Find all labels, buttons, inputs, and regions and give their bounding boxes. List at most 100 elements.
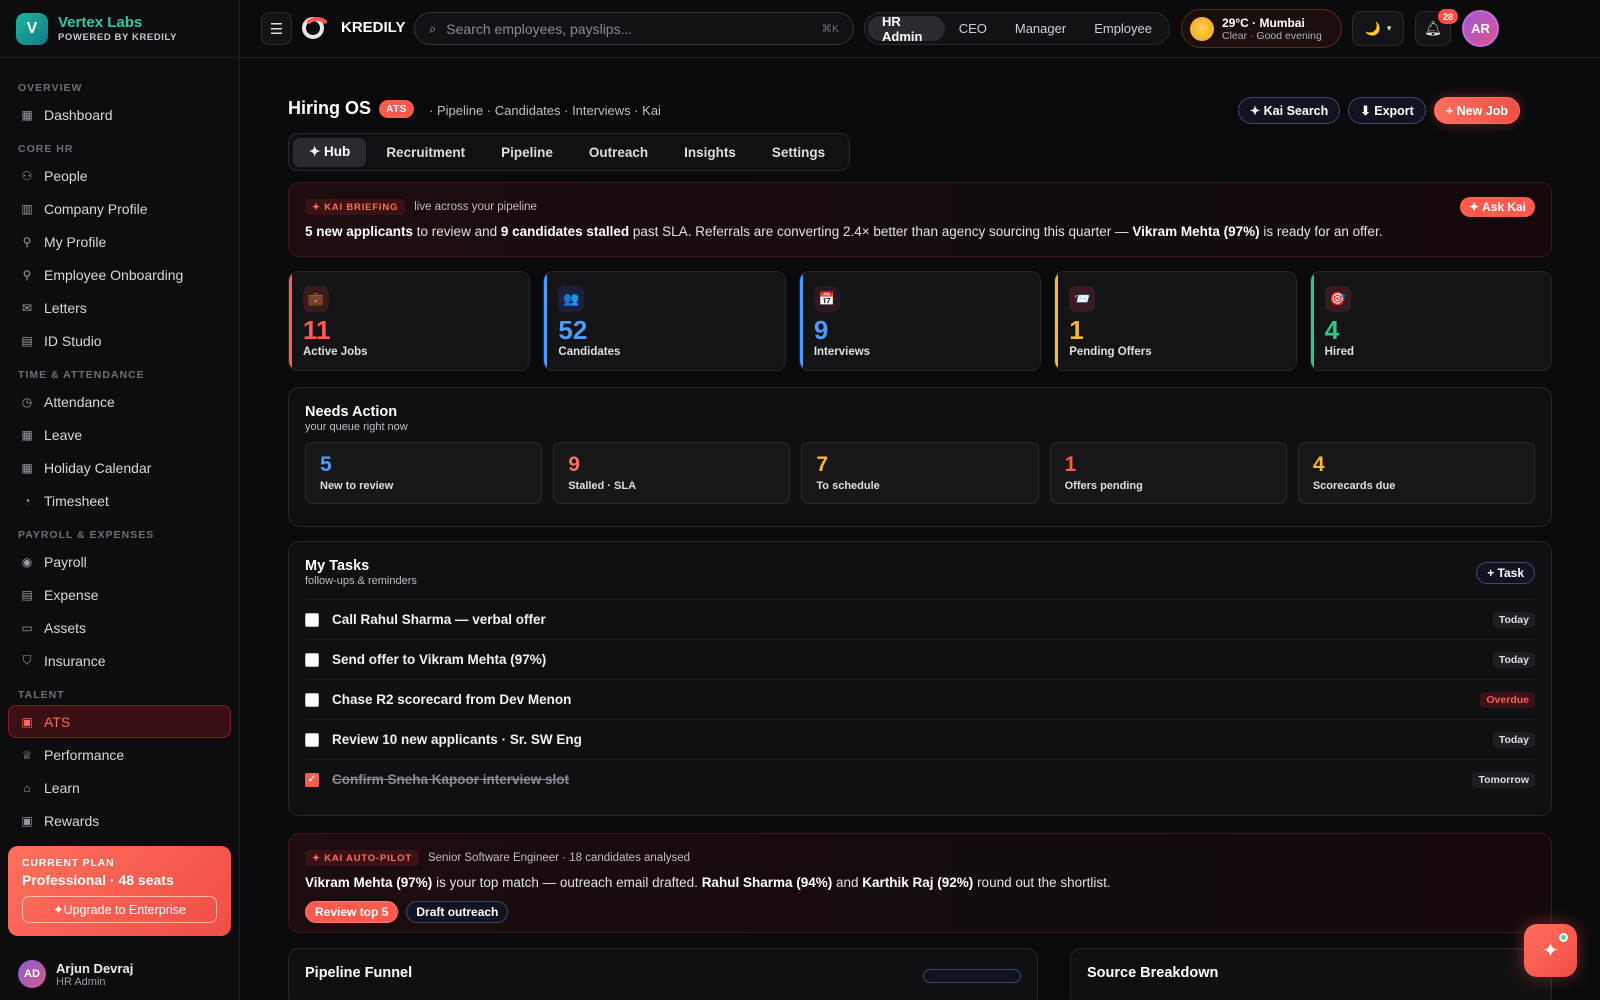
stat-card-hired[interactable]: 🎯 4 Hired bbox=[1309, 271, 1553, 371]
sidebar-item-assets[interactable]: ▭ Assets bbox=[8, 611, 231, 644]
needs-action-subtitle: your queue right now bbox=[305, 421, 408, 433]
brand-tagline: POWERED BY KREDILY bbox=[58, 32, 178, 43]
theme-toggle[interactable]: 🌙 ▾ bbox=[1352, 11, 1404, 46]
menu-button[interactable]: ☰ bbox=[261, 12, 292, 45]
stat-card-active-jobs[interactable]: 💼 11 Active Jobs bbox=[288, 271, 531, 371]
sidebar-item-label: Letters bbox=[44, 299, 87, 316]
sidebar-item-label: Performance bbox=[44, 746, 125, 763]
tab-pipeline[interactable]: Pipeline bbox=[485, 138, 569, 167]
id-card-icon: ▤ bbox=[21, 333, 33, 348]
chevron-down-icon: ▾ bbox=[1386, 23, 1392, 33]
main-content: Hiring OS ATS · Pipeline · Candidates · … bbox=[240, 58, 1600, 1000]
task-checkbox[interactable] bbox=[305, 732, 319, 747]
briefing-text: 5 new applicants to review and 9 candida… bbox=[305, 224, 1535, 239]
task-checkbox[interactable] bbox=[305, 612, 319, 627]
needs-action-item-to-schedule[interactable]: 7 To schedule bbox=[801, 442, 1039, 504]
building-icon: ▥ bbox=[21, 201, 33, 216]
task-row: ✓ Confirm Sneha Kapoor interview slot Tomo… bbox=[305, 759, 1535, 799]
tab-hub[interactable]: ✦ Hub bbox=[293, 137, 367, 167]
user-card[interactable]: AD Arjun Devraj HR Admin bbox=[0, 948, 239, 1000]
task-checkbox[interactable]: ✓ bbox=[305, 772, 319, 787]
task-row: Send offer to Vikram Mehta (97%) Today bbox=[305, 639, 1535, 679]
nav-section-title: TIME & ATTENDANCE bbox=[18, 369, 145, 381]
new-job-button[interactable]: + New Job bbox=[1433, 97, 1520, 124]
sidebar-item-label: Insurance bbox=[44, 652, 106, 669]
sidebar-item-holiday-calendar[interactable]: ▦ Holiday Calendar bbox=[8, 451, 231, 484]
needs-action-item-scorecards-due[interactable]: 4 Scorecards due bbox=[1297, 442, 1536, 504]
search-input[interactable]: ⌕ Search employees, payslips... ⌘K bbox=[414, 12, 854, 45]
export-button[interactable]: ⬇ Export bbox=[1348, 97, 1426, 124]
brand-block[interactable]: V Vertex Labs POWERED BY KREDILY bbox=[0, 0, 239, 58]
stat-card-pending-offers[interactable]: 📨 1 Pending Offers bbox=[1054, 271, 1297, 371]
sidebar-item-dashboard[interactable]: ▦ Dashboard bbox=[8, 98, 231, 131]
draft-outreach-button[interactable]: Draft outreach bbox=[406, 901, 509, 923]
role-manager[interactable]: Manager bbox=[1001, 16, 1080, 41]
stat-card-candidates[interactable]: 👥 52 Candidates bbox=[543, 271, 786, 371]
sidebar-item-leave[interactable]: ▦ Leave bbox=[8, 418, 231, 451]
ask-kai-button[interactable]: ✦ Ask Kai bbox=[1460, 197, 1535, 217]
review-top-five-button[interactable]: Review top 5 bbox=[305, 901, 399, 923]
briefing-stalled: 9 candidates stalled bbox=[500, 224, 630, 239]
sidebar-item-company-profile[interactable]: ▥ Company Profile bbox=[8, 192, 231, 225]
user-name: Arjun Devraj bbox=[56, 960, 134, 976]
weather-widget[interactable]: 🌙 29°C · Mumbai Clear · Good evening bbox=[1181, 9, 1342, 48]
tab-settings[interactable]: Settings bbox=[756, 138, 841, 167]
needs-action-item-stalled-sla[interactable]: 9 Stalled · SLA bbox=[553, 442, 791, 504]
tab-outreach[interactable]: Outreach bbox=[573, 138, 664, 167]
sidebar-item-id-studio[interactable]: ▤ ID Studio bbox=[8, 324, 231, 357]
funnel-filter-button[interactable] bbox=[923, 969, 1021, 983]
sidebar-item-learn[interactable]: ⌂ Learn bbox=[8, 771, 231, 804]
stat-card-interviews[interactable]: 📅 9 Interviews bbox=[798, 271, 1042, 371]
pipeline-funnel-title: Pipeline Funnel bbox=[305, 965, 413, 981]
add-task-button[interactable]: + Task bbox=[1476, 562, 1535, 584]
app-root: V Vertex Labs POWERED BY KREDILY OVERVIE… bbox=[0, 0, 1600, 1000]
source-breakdown-title: Source Breakdown bbox=[1087, 965, 1219, 981]
role-switcher: HR Admin CEO Manager Employee bbox=[864, 12, 1170, 45]
briefing-live-label: live across your pipeline bbox=[414, 201, 537, 213]
role-hr-admin[interactable]: HR Admin bbox=[868, 14, 945, 44]
sidebar-item-timesheet[interactable]: ◔ Timesheet bbox=[8, 484, 231, 517]
needs-action-value: 5 bbox=[320, 453, 332, 476]
stat-value: 11 bbox=[303, 315, 331, 345]
sidebar-item-insurance[interactable]: ⛉ Insurance bbox=[8, 644, 231, 677]
role-ceo[interactable]: CEO bbox=[945, 16, 1001, 41]
upgrade-button[interactable]: ✦Upgrade to Enterprise bbox=[22, 896, 217, 923]
task-checkbox[interactable] bbox=[305, 692, 319, 707]
timer-icon: ◔ bbox=[23, 493, 31, 508]
kai-search-button[interactable]: ✦ Kai Search bbox=[1237, 97, 1341, 124]
autopilot-candidate: Rahul Sharma (94%) bbox=[701, 875, 833, 890]
tab-insights[interactable]: Insights bbox=[668, 138, 752, 167]
sidebar-item-letters[interactable]: ✉ Letters bbox=[8, 291, 231, 324]
sidebar-item-my-profile[interactable]: ⚲ My Profile bbox=[8, 225, 231, 258]
sidebar-item-people[interactable]: ⚇ People bbox=[8, 159, 231, 192]
calendar-icon: ▦ bbox=[21, 460, 33, 475]
task-checkbox[interactable] bbox=[305, 652, 319, 667]
sidebar-item-payroll[interactable]: ◉ Payroll bbox=[8, 545, 231, 578]
tab-recruitment[interactable]: Recruitment bbox=[370, 138, 481, 167]
notifications-button[interactable]: 🔔︎ 28 bbox=[1415, 9, 1458, 46]
stat-icon: 💼 bbox=[303, 286, 329, 312]
sidebar-item-ats[interactable]: ▣ ATS bbox=[8, 705, 231, 738]
task-row: Call Rahul Sharma — verbal offer Today bbox=[305, 599, 1535, 639]
kai-assistant-button[interactable]: ✦ bbox=[1524, 924, 1577, 977]
stat-label: Pending Offers bbox=[1069, 345, 1152, 358]
needs-action-label: Scorecards due bbox=[1312, 480, 1396, 493]
user-icon: ⚲ bbox=[22, 234, 32, 249]
sidebar-item-employee-onboarding[interactable]: ⚲ Employee Onboarding bbox=[8, 258, 231, 291]
trophy-icon: ♕ bbox=[21, 747, 33, 762]
user-plus-icon: ⚲ bbox=[22, 267, 32, 282]
sidebar-item-rewards[interactable]: ▣ Rewards bbox=[8, 804, 231, 837]
needs-action-item-new-to-review[interactable]: 5 New to review bbox=[305, 442, 543, 504]
sidebar-item-performance[interactable]: ♕ Performance bbox=[8, 738, 231, 771]
avatar[interactable]: AR bbox=[1462, 10, 1499, 47]
needs-action-value: 1 bbox=[1064, 453, 1077, 476]
sidebar-item-label: Payroll bbox=[44, 553, 87, 570]
sidebar-item-expense[interactable]: ▤ Expense bbox=[8, 578, 231, 611]
role-employee[interactable]: Employee bbox=[1080, 16, 1166, 41]
needs-action-item-offers-pending[interactable]: 1 Offers pending bbox=[1049, 442, 1287, 504]
kai-autopilot-tag: ✦ KAI AUTO-PILOT bbox=[305, 850, 419, 866]
task-row: Chase R2 scorecard from Dev Menon Overdue bbox=[305, 679, 1535, 719]
avatar: AD bbox=[18, 960, 46, 988]
stat-label: Active Jobs bbox=[303, 345, 368, 358]
sidebar-item-attendance[interactable]: ◷ Attendance bbox=[8, 385, 231, 418]
